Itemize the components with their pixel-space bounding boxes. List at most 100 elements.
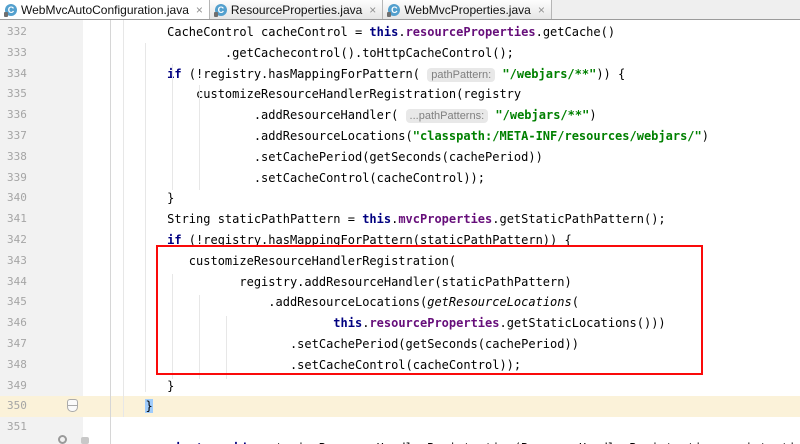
line-number: 332 bbox=[7, 25, 27, 38]
code-line-partial: private void customizeResourceHandlerReg… bbox=[0, 438, 800, 444]
gutter-cell[interactable]: 336 bbox=[0, 105, 83, 126]
code-text[interactable]: String staticPathPattern = this.mvcPrope… bbox=[131, 209, 666, 230]
blob-gutter-icon bbox=[81, 437, 89, 444]
close-icon[interactable]: × bbox=[196, 4, 203, 16]
code-token: ) bbox=[701, 128, 709, 143]
code-token: .getCache() bbox=[535, 25, 616, 39]
code-text[interactable]: } bbox=[131, 376, 174, 397]
code-text[interactable]: } bbox=[131, 188, 174, 209]
code-token: )) { bbox=[596, 66, 626, 81]
code-line: 335 customizeResourceHandlerRegistration… bbox=[0, 84, 800, 105]
tab-label: WebMvcAutoConfiguration.java bbox=[21, 2, 189, 17]
code-text[interactable]: .addResourceHandler( ...pathPatterns: "/… bbox=[131, 105, 597, 126]
gutter-cell[interactable]: 351 bbox=[0, 417, 83, 438]
code-text[interactable]: CacheControl cacheControl = this.resourc… bbox=[131, 22, 615, 43]
code-text[interactable]: } bbox=[131, 396, 153, 417]
gutter-cell[interactable]: 345 bbox=[0, 292, 83, 313]
ide-window: C WebMvcAutoConfiguration.java × C ResourceP… bbox=[0, 0, 800, 444]
line-number: 345 bbox=[7, 295, 27, 309]
gutter-cell[interactable]: 332 bbox=[0, 22, 83, 43]
code-token: } bbox=[131, 191, 175, 206]
code-token: CacheControl cacheControl = bbox=[131, 25, 370, 39]
line-number: 338 bbox=[7, 149, 27, 163]
code-token: this bbox=[369, 25, 399, 39]
gutter-cell[interactable]: 337 bbox=[0, 126, 83, 147]
parameter-hint: pathPattern: bbox=[427, 67, 496, 82]
line-number: 337 bbox=[7, 128, 27, 142]
code-line: 350 } bbox=[0, 396, 800, 418]
code-line: 349 } bbox=[0, 376, 800, 397]
line-number: 339 bbox=[7, 170, 27, 184]
line-number: 335 bbox=[7, 87, 27, 101]
code-text[interactable]: .setCachePeriod(getSeconds(cachePeriod)) bbox=[131, 147, 543, 168]
line-number: 343 bbox=[7, 253, 27, 267]
gutter-cell[interactable]: 346 bbox=[0, 313, 83, 334]
lock-badge-icon bbox=[4, 11, 8, 17]
gutter-cell[interactable]: 338 bbox=[0, 147, 83, 168]
tab-label: ResourceProperties.java bbox=[230, 2, 363, 17]
tab-WebMvcProperties.java[interactable]: C WebMvcProperties.java × bbox=[383, 0, 552, 19]
code-token: .setCachePeriod(getSeconds(cachePeriod)) bbox=[131, 149, 543, 164]
code-token: . bbox=[398, 25, 406, 39]
line-number: 334 bbox=[7, 66, 27, 80]
code-token: this bbox=[362, 212, 392, 227]
gutter-cell[interactable] bbox=[0, 438, 83, 444]
code-line: 338 .setCachePeriod(getSeconds(cachePeri… bbox=[0, 147, 800, 168]
gutter-cell[interactable]: 342 bbox=[0, 230, 83, 251]
gutter-cell[interactable]: 335 bbox=[0, 84, 83, 105]
gutter-cell[interactable]: 349 bbox=[0, 376, 83, 397]
code-text[interactable]: .setCacheControl(cacheControl)); bbox=[131, 168, 485, 189]
code-text[interactable]: if (!registry.hasMappingForPattern( path… bbox=[131, 64, 625, 85]
code-line: 337 .addResourceLocations("classpath:/ME… bbox=[0, 126, 800, 147]
class-icon: C bbox=[387, 3, 401, 17]
tab-label: WebMvcProperties.java bbox=[404, 2, 531, 17]
lock-badge-icon bbox=[387, 11, 392, 17]
indent-guide bbox=[123, 20, 124, 417]
fold-marker-icon[interactable] bbox=[67, 399, 78, 413]
code-text[interactable]: private void customizeResourceHandlerReg… bbox=[131, 438, 800, 444]
code-line: 336 .addResourceHandler( ...pathPatterns… bbox=[0, 105, 800, 126]
indent-guide bbox=[172, 64, 173, 190]
gutter-cell[interactable]: 348 bbox=[0, 355, 83, 376]
code-text[interactable]: .addResourceLocations("classpath:/META-I… bbox=[131, 126, 709, 147]
circle-gutter-icon bbox=[58, 435, 67, 444]
indent-guide bbox=[145, 43, 146, 392]
close-icon[interactable]: × bbox=[538, 4, 545, 16]
gutter-cell[interactable]: 344 bbox=[0, 272, 83, 293]
gutter-cell[interactable]: 333 bbox=[0, 43, 83, 64]
code-editor[interactable]: 332 CacheControl cacheControl = this.res… bbox=[0, 20, 800, 444]
code-token: if bbox=[167, 66, 182, 81]
code-token: "/webjars/**" bbox=[502, 66, 597, 81]
gutter-cell[interactable]: 339 bbox=[0, 168, 83, 189]
close-icon[interactable]: × bbox=[369, 4, 376, 16]
gutter-cell[interactable]: 347 bbox=[0, 334, 83, 355]
code-token: customizeResourceHandlerRegistration(reg… bbox=[131, 87, 522, 102]
code-text[interactable]: customizeResourceHandlerRegistration(reg… bbox=[131, 84, 521, 105]
code-token: .setCacheControl(cacheControl)); bbox=[131, 170, 486, 185]
code-line: 340 } bbox=[0, 188, 800, 209]
tab-WebMvcAutoConfiguration.java[interactable]: C WebMvcAutoConfiguration.java × bbox=[0, 0, 210, 19]
class-icon: C bbox=[4, 3, 17, 17]
line-number: 341 bbox=[7, 212, 27, 226]
lock-badge-icon bbox=[213, 11, 218, 17]
gutter-cell[interactable]: 341 bbox=[0, 209, 83, 230]
line-number: 351 bbox=[7, 420, 27, 434]
gutter-cell[interactable]: 340 bbox=[0, 188, 83, 209]
annotation-red-box bbox=[156, 245, 703, 375]
tab-ResourceProperties.java[interactable]: C ResourceProperties.java × bbox=[209, 0, 384, 19]
code-token: mvcProperties bbox=[398, 212, 493, 227]
gutter-cell[interactable]: 334 bbox=[0, 64, 83, 85]
line-number: 350 bbox=[7, 399, 27, 413]
code-token: resourceProperties bbox=[405, 25, 536, 39]
gutter-cell[interactable]: 350 bbox=[0, 396, 83, 417]
code-token: .addResourceLocations( bbox=[131, 128, 413, 143]
code-token: "/webjars/**" bbox=[495, 108, 590, 123]
code-line: 334 if (!registry.hasMappingForPattern( … bbox=[0, 64, 800, 85]
line-number: 349 bbox=[7, 378, 27, 392]
code-text[interactable]: .getCachecontrol().toHttpCacheControl(); bbox=[131, 43, 514, 64]
gutter-cell[interactable]: 343 bbox=[0, 251, 83, 272]
line-number: 347 bbox=[7, 336, 27, 350]
code-token: } bbox=[145, 399, 153, 414]
